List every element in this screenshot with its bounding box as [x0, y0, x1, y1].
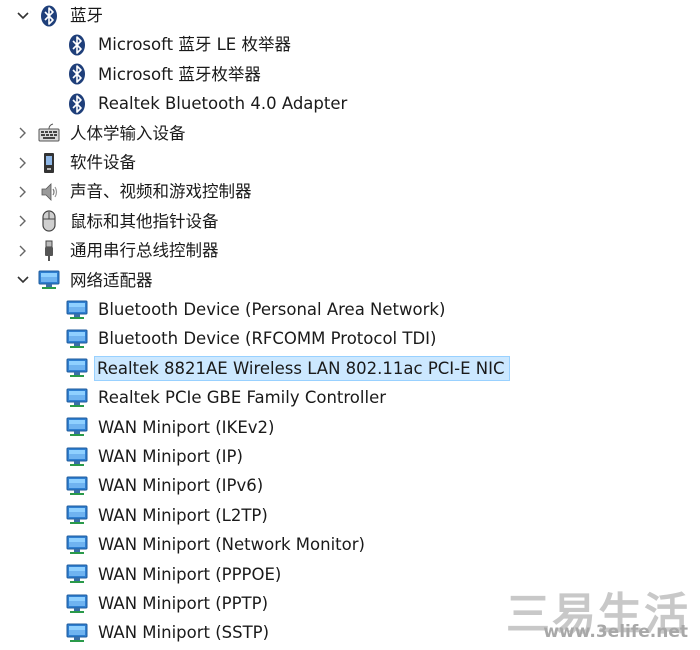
tree-item-net-5[interactable]: WAN Miniport (IKEv2)	[0, 414, 700, 441]
network-icon	[66, 357, 88, 379]
chevron-right-icon[interactable]	[14, 183, 32, 201]
network-icon	[66, 504, 88, 526]
tree-item-label: WAN Miniport (Network Monitor)	[98, 535, 365, 555]
network-icon	[38, 269, 60, 291]
network-icon	[66, 593, 88, 615]
tree-item-label: 蓝牙	[70, 6, 103, 25]
tree-item-label: Bluetooth Device (Personal Area Network)	[98, 300, 446, 319]
tree-item-label: Realtek Bluetooth 4.0 Adapter	[98, 94, 348, 114]
tree-item-label: Realtek 8821AE Wireless LAN 802.11ac PCI…	[94, 355, 510, 381]
watermark-url: www.3elife.net	[543, 622, 688, 642]
tree-item-bt-enum[interactable]: Microsoft 蓝牙枚举器	[0, 61, 700, 88]
chevron-right-icon[interactable]	[14, 154, 32, 172]
chevron-right-icon[interactable]	[14, 212, 32, 230]
network-icon	[66, 563, 88, 585]
tree-item-label: WAN Miniport (IP)	[98, 447, 243, 466]
speaker-icon	[38, 181, 60, 203]
tree-item-net-8[interactable]: WAN Miniport (L2TP)	[0, 502, 700, 529]
tree-item-label: 声音、视频和游戏控制器	[70, 182, 252, 202]
bluetooth-icon	[66, 93, 88, 115]
tree-item-label: 网络适配器	[70, 270, 153, 290]
tree-item-label: Realtek PCIe GBE Family Controller	[98, 388, 387, 408]
watermark: 三易生活 www.3elife.net	[494, 578, 694, 648]
tree-item-net-1[interactable]: Bluetooth Device (Personal Area Network)	[0, 296, 700, 323]
chevron-right-icon[interactable]	[14, 242, 32, 260]
tree-category-usb[interactable]: 通用串行总线控制器	[0, 237, 700, 264]
tree-item-label: WAN Miniport (IPv6)	[98, 476, 264, 496]
tree-item-label: WAN Miniport (IKEv2)	[98, 417, 275, 437]
mouse-icon	[38, 210, 60, 232]
tree-item-net-2[interactable]: Bluetooth Device (RFCOMM Protocol TDI)	[0, 325, 700, 352]
chevron-down-icon[interactable]	[14, 271, 32, 289]
network-icon	[66, 299, 88, 321]
usb-icon	[38, 240, 60, 262]
tree-item-net-9[interactable]: WAN Miniport (Network Monitor)	[0, 531, 700, 558]
tree-item-label: Microsoft 蓝牙 LE 枚举器	[98, 35, 291, 55]
network-icon	[66, 416, 88, 438]
tree-category-mouse[interactable]: 鼠标和其他指针设备	[0, 208, 700, 235]
tree-item-bt-le[interactable]: Microsoft 蓝牙 LE 枚举器	[0, 31, 700, 58]
bluetooth-icon	[66, 63, 88, 85]
network-icon	[66, 387, 88, 409]
tree-item-label: WAN Miniport (PPPOE)	[98, 564, 282, 584]
tree-item-label: 人体学输入设备	[70, 123, 186, 143]
software-device-icon	[38, 152, 60, 174]
tree-item-net-6[interactable]: WAN Miniport (IP)	[0, 443, 700, 470]
tree-item-label: Microsoft 蓝牙枚举器	[98, 64, 261, 84]
network-icon	[66, 622, 88, 644]
tree-item-label: Bluetooth Device (RFCOMM Protocol TDI)	[98, 329, 437, 349]
network-icon	[66, 446, 88, 468]
chevron-right-icon[interactable]	[14, 124, 32, 142]
tree-item-bt-realtek[interactable]: Realtek Bluetooth 4.0 Adapter	[0, 90, 700, 117]
tree-item-label: 软件设备	[70, 153, 136, 172]
tree-item-label: 通用串行总线控制器	[70, 241, 219, 261]
tree-category-audio[interactable]: 声音、视频和游戏控制器	[0, 178, 700, 205]
keyboard-icon	[38, 122, 60, 144]
tree-item-net-4[interactable]: Realtek PCIe GBE Family Controller	[0, 384, 700, 411]
network-icon	[66, 328, 88, 350]
tree-item-net-3[interactable]: Realtek 8821AE Wireless LAN 802.11ac PCI…	[0, 355, 700, 382]
tree-category-bt[interactable]: 蓝牙	[0, 2, 700, 29]
tree-category-hid[interactable]: 人体学输入设备	[0, 120, 700, 147]
bluetooth-icon	[38, 5, 60, 27]
tree-category-sw[interactable]: 软件设备	[0, 149, 700, 176]
tree-item-label: WAN Miniport (PPTP)	[98, 594, 269, 613]
network-icon	[66, 475, 88, 497]
chevron-down-icon[interactable]	[14, 7, 32, 25]
network-icon	[66, 534, 88, 556]
tree-item-label: 鼠标和其他指针设备	[70, 211, 219, 231]
tree-item-net-7[interactable]: WAN Miniport (IPv6)	[0, 472, 700, 499]
bluetooth-icon	[66, 34, 88, 56]
tree-item-label: WAN Miniport (SSTP)	[98, 623, 270, 643]
tree-item-label: WAN Miniport (L2TP)	[98, 505, 268, 525]
tree-category-net[interactable]: 网络适配器	[0, 267, 700, 294]
